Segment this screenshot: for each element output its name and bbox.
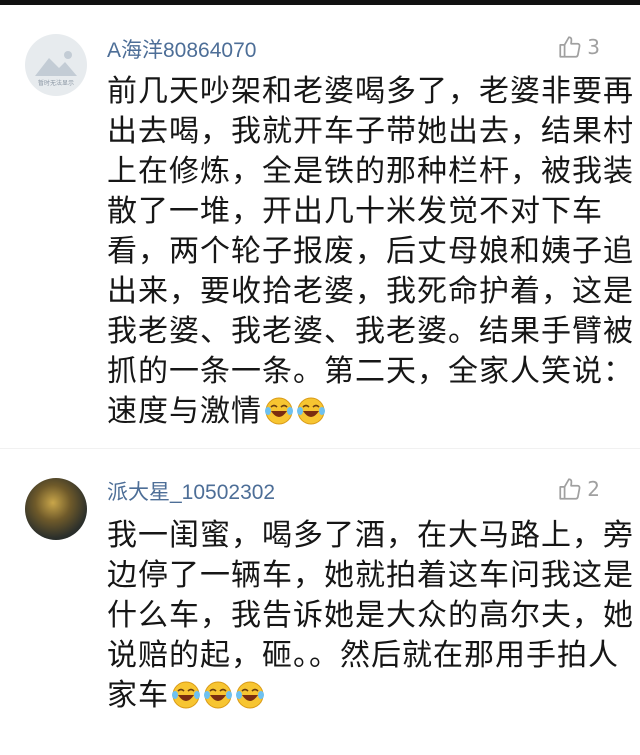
comment-line: 上在修炼，全是铁的那种栏杆，被我装 bbox=[107, 154, 634, 189]
comment-line: 边停了一辆车，她就拍着这车问我这是 bbox=[107, 558, 634, 593]
comment-text: 前几天吵架和老婆喝多了，老婆非要再 出去喝，我就开车子带她出去，结果村 上在修炼… bbox=[107, 72, 634, 432]
like-count: 2 bbox=[587, 477, 600, 501]
laughing-crying-emoji-icon bbox=[235, 680, 265, 710]
like-count: 3 bbox=[587, 35, 600, 59]
emoji-group bbox=[169, 678, 265, 713]
avatar[interactable]: 暂时无法显示 bbox=[25, 34, 87, 96]
comment-last-line: 速度与激情 bbox=[107, 392, 587, 432]
laughing-crying-emoji-icon bbox=[171, 680, 201, 710]
comment-line: 抓的一条一条。第二天，全家人笑说： bbox=[107, 354, 634, 389]
comment-text: 我一闺蜜，喝多了酒，在大马路上，旁 边停了一辆车，她就拍着这车问我这是 什么车，… bbox=[107, 516, 634, 716]
comment-line: 散了一堆，开出几十米发觉不对下车 bbox=[107, 194, 603, 229]
comment-line: 前几天吵架和老婆喝多了，老婆非要再 bbox=[107, 74, 634, 109]
image-placeholder-icon bbox=[35, 51, 77, 76]
comment-line: 我一闺蜜，喝多了酒，在大马路上，旁 bbox=[107, 518, 634, 553]
comment-line: 出去喝，我就开车子带她出去，结果村 bbox=[107, 114, 634, 149]
comment-line: 说赔的起，砸。。然后就在那用手拍人 bbox=[107, 638, 619, 673]
like-button[interactable]: 3 bbox=[557, 34, 600, 60]
top-edge-bar bbox=[0, 0, 640, 5]
like-button[interactable]: 2 bbox=[557, 476, 600, 502]
comment-line: 速度与激情 bbox=[107, 394, 262, 429]
comment-line: 我老婆、我老婆、我老婆。结果手臂被 bbox=[107, 314, 634, 349]
laughing-crying-emoji-icon bbox=[203, 680, 233, 710]
emoji-group bbox=[262, 394, 326, 429]
username[interactable]: A海洋80864070 bbox=[107, 34, 256, 64]
thumbs-up-icon bbox=[559, 478, 581, 500]
thumbs-up-icon bbox=[559, 36, 581, 58]
comment-last-line: 家车 bbox=[107, 676, 587, 716]
laughing-crying-emoji-icon bbox=[296, 396, 326, 426]
comment-line: 家车 bbox=[107, 678, 169, 713]
avatar[interactable] bbox=[25, 478, 87, 540]
laughing-crying-emoji-icon bbox=[264, 396, 294, 426]
comment-line: 出来，要收拾老婆，我死命护着，这是 bbox=[107, 274, 634, 309]
comment-line: 什么车，我告诉她是大众的高尔夫，她 bbox=[107, 598, 634, 633]
avatar-caption: 暂时无法显示 bbox=[37, 80, 74, 87]
username[interactable]: 派大星_10502302 bbox=[107, 476, 275, 506]
comment-line: 看，两个轮子报废，后丈母娘和姨子追 bbox=[107, 234, 634, 269]
comment-divider bbox=[0, 448, 640, 449]
